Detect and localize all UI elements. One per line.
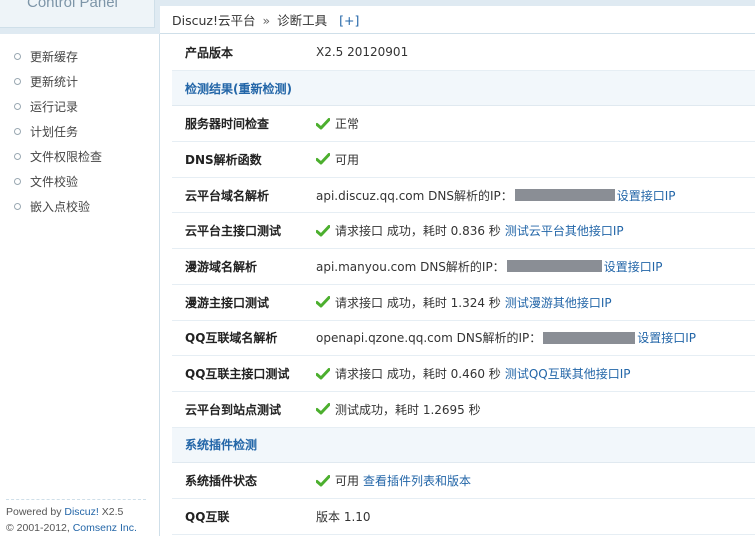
bullet-icon — [14, 178, 21, 185]
check-icon — [316, 296, 330, 308]
table-row: 云平台域名解析 api.discuz.qq.com DNS解析的IP： 设置接口… — [172, 178, 755, 214]
sidebar-item-update-stats[interactable]: 更新统计 — [0, 69, 160, 94]
set-ip-link[interactable]: 设置接口IP — [637, 329, 696, 346]
table-row: 漫游主接口测试 请求接口 成功，耗时 1.324 秒 测试漫游其他接口IP — [172, 285, 755, 321]
diagnostic-table: 产品版本 X2.5 20120901 检测结果(重新检测) 服务器时间检查 正常… — [172, 35, 755, 535]
table-row: QQ互联 版本 1.10 — [172, 499, 755, 535]
breadcrumb-separator: » — [262, 13, 271, 28]
breadcrumb: Discuz!云平台 » 诊断工具 [+] — [172, 10, 359, 29]
table-row: 云平台主接口测试 请求接口 成功，耗时 0.836 秒 测试云平台其他接口IP — [172, 213, 755, 250]
comsenz-link[interactable]: Comsenz Inc. — [73, 522, 137, 534]
powered-by: Powered by Discuz! X2.5 © 2001-2012, Com… — [6, 499, 146, 536]
set-ip-link[interactable]: 设置接口IP — [617, 187, 676, 204]
table-row: 产品版本 X2.5 20120901 — [172, 35, 755, 71]
breadcrumb-cloud[interactable]: Discuz!云平台 — [172, 13, 255, 28]
recheck-link[interactable]: 检测结果(重新检测) — [185, 80, 292, 97]
logo-box: Control Panel — [0, 0, 155, 28]
sidebar-item-hook-check[interactable]: 嵌入点校验 — [0, 194, 160, 219]
section-header: 系统插件检测 — [172, 427, 755, 464]
check-icon — [316, 224, 330, 237]
masked-ip — [514, 189, 615, 202]
section-header: 检测结果(重新检测) — [172, 70, 755, 107]
bullet-icon — [14, 78, 21, 85]
add-shortcut-button[interactable]: [+] — [339, 13, 359, 28]
header-bar — [160, 0, 755, 6]
check-icon — [316, 153, 330, 165]
sidebar-item-file-check[interactable]: 文件校验 — [0, 169, 160, 194]
sidebar-item-run-log[interactable]: 运行记录 — [0, 94, 160, 119]
masked-ip — [506, 260, 602, 273]
discuz-link[interactable]: Discuz! — [64, 506, 98, 518]
view-plugins-link[interactable]: 查看插件列表和版本 — [363, 472, 471, 489]
test-other-ip-link[interactable]: 测试漫游其他接口IP — [505, 294, 612, 311]
breadcrumb-current: 诊断工具 — [277, 13, 328, 28]
table-row: 系统插件状态 可用 查看插件列表和版本 — [172, 463, 755, 499]
sidebar: Control Panel 更新缓存 更新统计 运行记录 计划任务 文件权限检查… — [0, 0, 160, 536]
check-icon — [316, 403, 330, 415]
bullet-icon — [14, 103, 21, 110]
bullet-icon — [14, 203, 21, 210]
header: Discuz!云平台 » 诊断工具 [+] — [160, 0, 755, 34]
test-other-ip-link[interactable]: 测试云平台其他接口IP — [505, 222, 624, 239]
set-ip-link[interactable]: 设置接口IP — [604, 258, 663, 275]
check-icon — [316, 474, 330, 487]
test-other-ip-link[interactable]: 测试QQ互联其他接口IP — [505, 365, 631, 382]
check-icon — [316, 367, 330, 380]
bullet-icon — [14, 128, 21, 135]
sidebar-item-file-perm[interactable]: 文件权限检查 — [0, 144, 160, 169]
sidebar-item-update-cache[interactable]: 更新缓存 — [0, 44, 160, 69]
table-row: 服务器时间检查 正常 — [172, 106, 755, 143]
table-row: 云平台到站点测试 测试成功，耗时 1.2695 秒 — [172, 392, 755, 428]
sidebar-item-cron[interactable]: 计划任务 — [0, 119, 160, 144]
table-row: DNS解析函数 可用 — [172, 142, 755, 178]
table-row: QQ互联域名解析 openapi.qzone.qq.com DNS解析的IP： … — [172, 321, 755, 357]
table-row: QQ互联主接口测试 请求接口 成功，耗时 0.460 秒 测试QQ互联其他接口I… — [172, 356, 755, 392]
logo-text: Control Panel — [27, 0, 118, 11]
masked-ip — [543, 331, 636, 344]
check-icon — [316, 117, 330, 130]
sidebar-menu: 更新缓存 更新统计 运行记录 计划任务 文件权限检查 文件校验 嵌入点校验 — [0, 44, 160, 219]
table-row: 漫游域名解析 api.manyou.com DNS解析的IP： 设置接口IP — [172, 249, 755, 285]
bullet-icon — [14, 53, 21, 60]
bullet-icon — [14, 153, 21, 160]
